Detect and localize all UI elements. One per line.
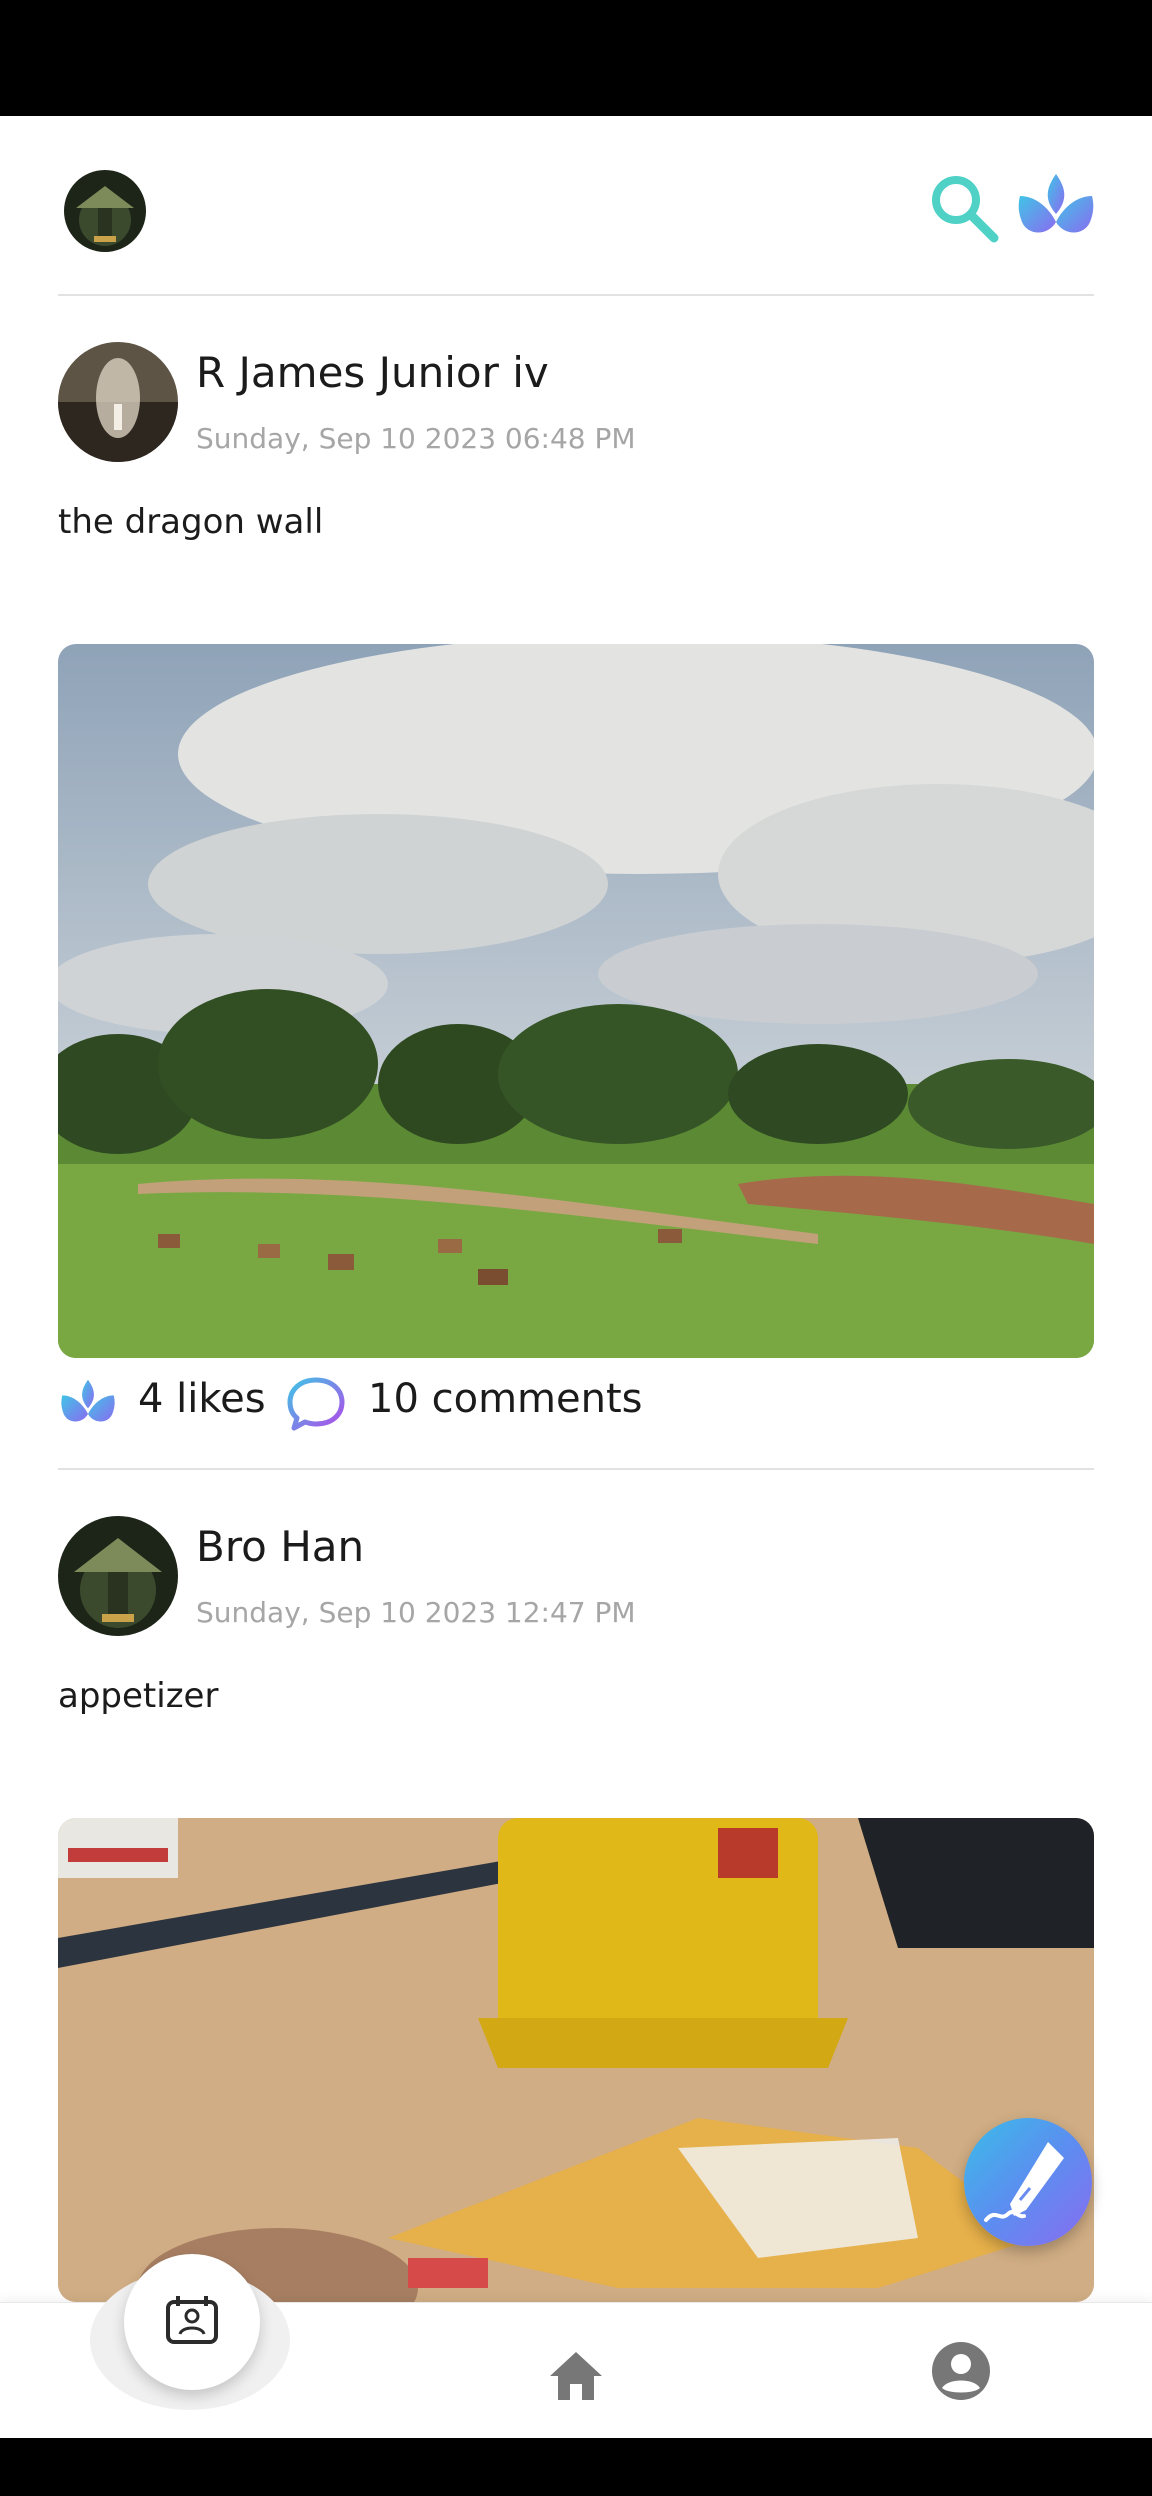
comment-count[interactable]: 10 comments [368, 1376, 643, 1422]
status-bar [0, 0, 1152, 116]
post-author[interactable]: Bro Han [196, 1522, 364, 1571]
post-card: Bro Han Sunday, Sep 10 2023 12:47 PM app… [58, 1516, 1094, 2302]
post-divider [58, 1468, 1094, 1470]
comment-icon[interactable] [286, 1374, 346, 1434]
like-icon[interactable] [58, 1374, 118, 1434]
post-image[interactable] [58, 1818, 1094, 2302]
author-avatar[interactable] [58, 1516, 178, 1636]
post-date: Sunday, Sep 10 2023 06:48 PM [196, 422, 636, 455]
post-text: the dragon wall [58, 502, 324, 542]
app-header [0, 116, 1152, 296]
system-nav-bar [0, 2438, 1152, 2496]
search-icon[interactable] [924, 168, 1004, 248]
author-avatar[interactable] [58, 342, 178, 462]
nav-profile[interactable] [930, 2340, 992, 2402]
like-count[interactable]: 4 likes [138, 1376, 266, 1422]
profile-icon [932, 2342, 990, 2400]
header-divider [58, 294, 1094, 296]
lotus-icon[interactable] [1014, 166, 1098, 250]
contacts-icon [166, 2296, 218, 2344]
nav-contacts[interactable] [124, 2254, 260, 2390]
post-author[interactable]: R James Junior iv [196, 348, 549, 397]
post-card: R James Junior iv Sunday, Sep 10 2023 06… [58, 342, 1094, 1472]
compose-button[interactable] [964, 2118, 1092, 2246]
nav-home[interactable] [544, 2344, 608, 2408]
home-icon [550, 2352, 602, 2400]
post-image[interactable] [58, 644, 1094, 1358]
post-text: appetizer [58, 1676, 219, 1716]
post-stats: 4 likes 10 comments [58, 1366, 1094, 1436]
user-avatar[interactable] [64, 170, 146, 252]
post-date: Sunday, Sep 10 2023 12:47 PM [196, 1596, 636, 1629]
